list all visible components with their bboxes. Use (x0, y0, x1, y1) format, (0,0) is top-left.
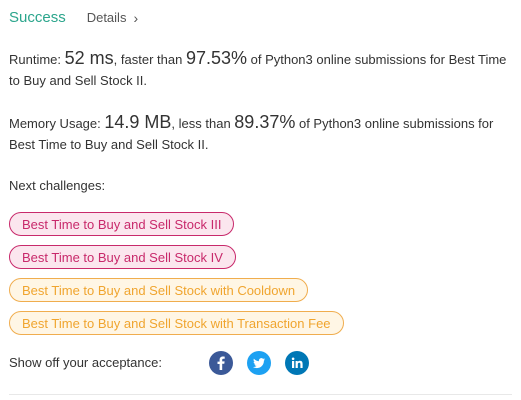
runtime-percent: 97.53% (185, 48, 247, 68)
details-label: Details (86, 10, 127, 25)
runtime-value: 52 ms (64, 48, 114, 68)
twitter-icon (253, 358, 265, 369)
runtime-mid: , faster than (113, 52, 186, 67)
runtime-label: Runtime: (9, 52, 65, 67)
facebook-share-button[interactable] (209, 351, 233, 375)
twitter-share-button[interactable] (247, 351, 271, 375)
challenge-stock-iii-link[interactable]: Best Time to Buy and Sell Stock III (9, 212, 235, 236)
linkedin-share-button[interactable] (285, 351, 309, 375)
memory-value: 14.9 MB (104, 112, 172, 132)
memory-summary: Memory Usage: 14.9 MB, less than 89.37% … (9, 112, 509, 155)
success-status: Success (9, 9, 66, 26)
bottom-divider (9, 394, 512, 395)
memory-mid: , less than (171, 116, 235, 131)
challenge-stock-transaction-fee-link[interactable]: Best Time to Buy and Sell Stock with Tra… (9, 311, 344, 335)
details-link[interactable]: Details › (87, 8, 138, 28)
share-label: Show off your acceptance: (9, 355, 162, 370)
linkedin-icon (291, 357, 303, 368)
challenge-stock-cooldown-link[interactable]: Best Time to Buy and Sell Stock with Coo… (9, 278, 309, 302)
memory-percent: 89.37% (234, 112, 296, 132)
chevron-right-icon: › (133, 10, 139, 26)
result-header: Success Details › (9, 8, 138, 28)
next-challenges-label: Next challenges: (9, 178, 106, 193)
facebook-icon (217, 356, 225, 370)
challenge-stock-iv-link[interactable]: Best Time to Buy and Sell Stock IV (9, 245, 236, 269)
memory-label: Memory Usage: (9, 116, 105, 131)
runtime-summary: Runtime: 52 ms, faster than 97.53% of Py… (9, 48, 509, 91)
